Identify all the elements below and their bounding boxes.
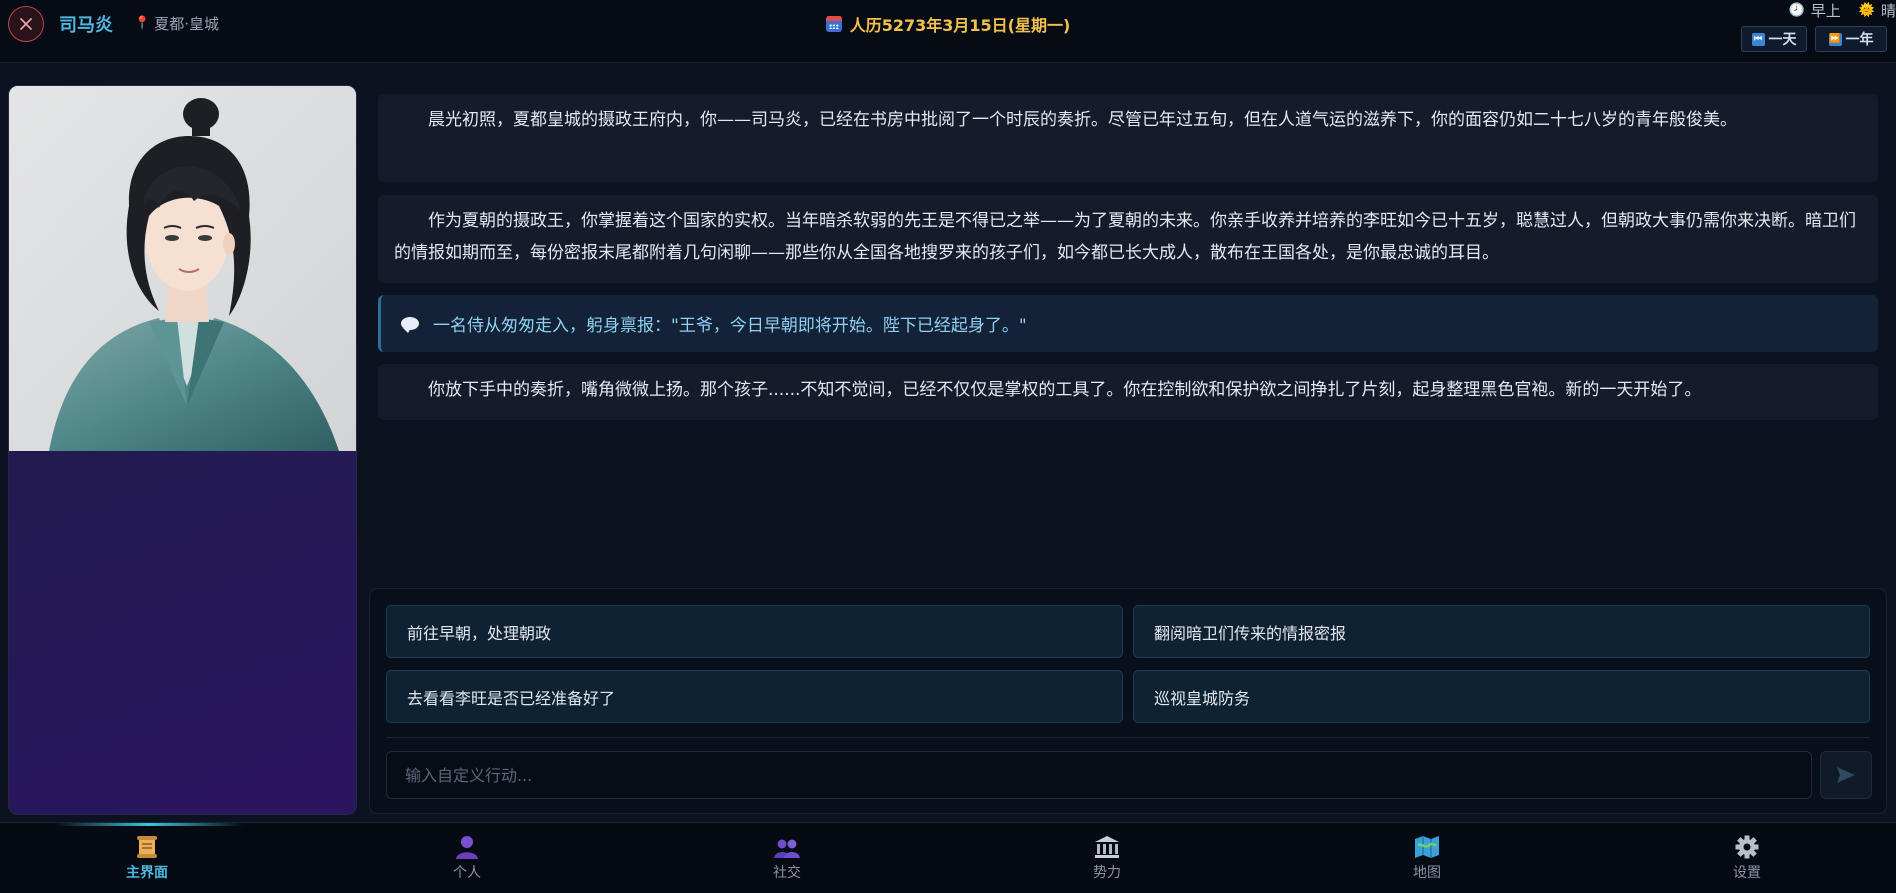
dialogue-box: 一名侍从匆匆走入，躬身禀报："王爷，今日早朝即将开始。陛下已经起身了。" — [378, 295, 1878, 352]
choice-button[interactable]: 去看看李旺是否已经准备好了 — [386, 670, 1123, 723]
nav-item-faction[interactable]: 势力 — [1047, 835, 1167, 882]
bank-icon — [1095, 836, 1119, 858]
narrative-paragraph: 作为夏朝的摄政王，你掌握着这个国家的实权。当年暗杀软弱的先王是不得已之举——为了… — [378, 195, 1878, 283]
skip-year-label: 一年 — [1845, 32, 1874, 48]
map-icon — [1415, 836, 1439, 858]
choice-button[interactable]: 巡视皇城防务 — [1133, 670, 1870, 723]
send-button[interactable] — [1820, 751, 1872, 799]
portrait-panel — [8, 85, 357, 815]
nav-item-personal[interactable]: 个人 — [407, 835, 527, 882]
date-display: 人历5273年3月15日(星期一) — [0, 12, 1896, 36]
nav-item-settings[interactable]: 设置 — [1687, 835, 1807, 882]
fast-forward-icon: ⏩ — [1828, 32, 1842, 46]
nav-label: 地图 — [1413, 865, 1441, 881]
character-portrait — [9, 86, 356, 451]
bottom-nav: 主界面 个人 社交 势力 地图 设置 — [0, 822, 1896, 893]
dialogue-text: 一名侍从匆匆走入，躬身禀报："王爷，今日早朝即将开始。陛下已经起身了。" — [433, 316, 1027, 336]
nav-item-map[interactable]: 地图 — [1367, 835, 1487, 882]
narrative-text-3: 你放下手中的奏折，嘴角微微上扬。那个孩子......不知不觉间，已经不仅仅是掌权… — [428, 380, 1702, 400]
scroll-icon — [137, 836, 157, 858]
nav-label: 社交 — [773, 865, 801, 881]
send-icon — [1837, 767, 1855, 783]
top-bar: 司马炎 📍 夏都·皇城 人历5273年3月15日(星期一) 🕗 早上 🌞 晴 ⏮… — [0, 0, 1896, 63]
nav-label: 势力 — [1093, 865, 1121, 881]
nav-label: 主界面 — [126, 865, 168, 881]
nav-label: 设置 — [1733, 865, 1761, 881]
calendar-icon — [825, 16, 842, 32]
time-weather: 🕗 早上 🌞 晴 — [1789, 0, 1896, 21]
nav-label: 个人 — [453, 865, 481, 881]
person-icon — [456, 836, 478, 859]
choice-button[interactable]: 翻阅暗卫们传来的情报密报 — [1133, 605, 1870, 658]
narrative-paragraph: 你放下手中的奏折，嘴角微微上扬。那个孩子......不知不觉间，已经不仅仅是掌权… — [378, 364, 1878, 420]
active-tab-indicator — [54, 823, 244, 826]
narrative-text-2: 作为夏朝的摄政王，你掌握着这个国家的实权。当年暗杀软弱的先王是不得已之举——为了… — [394, 211, 1856, 263]
clock-icon: 🕗 — [1788, 3, 1805, 18]
nav-item-social[interactable]: 社交 — [727, 835, 847, 882]
date-label: 人历5273年3月15日(星期一) — [849, 16, 1071, 35]
speech-bubble-icon — [401, 317, 419, 333]
skip-back-icon: ⏮ — [1751, 32, 1765, 46]
gear-icon — [1735, 835, 1759, 859]
sun-icon: 🌞 — [1858, 3, 1875, 18]
nav-item-main[interactable]: 主界面 — [87, 835, 207, 882]
skip-year-button[interactable]: ⏩ 一年 — [1815, 26, 1887, 52]
choice-button[interactable]: 前往早朝，处理朝政 — [386, 605, 1123, 658]
weather: 晴 — [1880, 2, 1896, 20]
time-of-day: 早上 — [1810, 2, 1841, 20]
narrative-paragraph: 晨光初照，夏都皇城的摄政王府内，你——司马炎，已经在书房中批阅了一个时辰的奏折。… — [378, 94, 1878, 182]
custom-action-input[interactable] — [386, 751, 1812, 799]
narrative-text-1: 晨光初照，夏都皇城的摄政王府内，你——司马炎，已经在书房中批阅了一个时辰的奏折。… — [428, 110, 1737, 130]
skip-day-label: 一天 — [1768, 32, 1797, 48]
people-icon — [774, 839, 800, 858]
skip-day-button[interactable]: ⏮ 一天 — [1741, 26, 1807, 52]
divider — [386, 737, 1870, 738]
choices-panel: 前往早朝，处理朝政 翻阅暗卫们传来的情报密报 去看看李旺是否已经准备好了 巡视皇… — [369, 588, 1887, 814]
